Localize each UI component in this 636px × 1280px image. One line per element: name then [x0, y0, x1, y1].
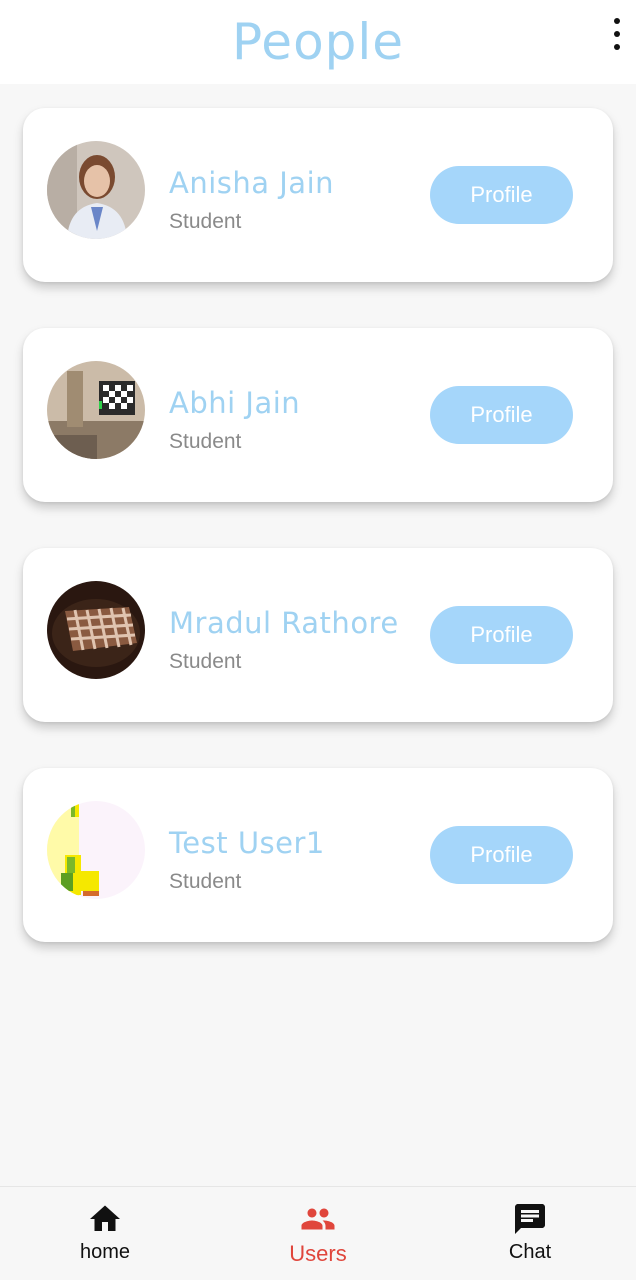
person-card: Test User1 Student Profile	[23, 768, 613, 942]
nav-label-chat: Chat	[508, 1241, 552, 1263]
person-card: Mradul Rathore Student Profile	[23, 548, 613, 722]
profile-button[interactable]: Profile	[430, 386, 573, 444]
person-name: Abhi Jain	[169, 386, 301, 420]
avatar	[47, 801, 145, 899]
person-role: Student	[169, 650, 242, 673]
nav-item-users[interactable]: Users	[258, 1201, 378, 1271]
person-role: Student	[169, 210, 242, 233]
more-vert-icon[interactable]	[610, 18, 624, 50]
person-card: Abhi Jain Student Profile	[23, 328, 613, 502]
nav-item-chat[interactable]: Chat	[470, 1201, 590, 1271]
profile-button[interactable]: Profile	[430, 166, 573, 224]
nav-item-home[interactable]: home	[45, 1201, 165, 1271]
users-icon	[301, 1208, 335, 1230]
person-name: Anisha Jain	[169, 166, 335, 200]
profile-button[interactable]: Profile	[430, 606, 573, 664]
people-list: Anisha Jain Student Profile Abhi Jain St…	[23, 108, 613, 988]
person-role: Student	[169, 870, 242, 893]
person-role: Student	[169, 430, 242, 453]
person-name: Test User1	[169, 826, 325, 860]
page-title: People	[231, 13, 405, 71]
nav-label-home: home	[79, 1241, 131, 1263]
avatar	[47, 141, 145, 239]
chat-icon	[515, 1204, 545, 1234]
home-icon	[90, 1205, 120, 1231]
app-bar: People	[0, 0, 636, 84]
person-card: Anisha Jain Student Profile	[23, 108, 613, 282]
person-name: Mradul Rathore	[169, 606, 399, 640]
nav-label-users: Users	[289, 1241, 347, 1266]
avatar	[47, 581, 145, 679]
avatar	[47, 361, 145, 459]
profile-button[interactable]: Profile	[430, 826, 573, 884]
bottom-navigation: home Users Chat	[0, 1186, 636, 1280]
